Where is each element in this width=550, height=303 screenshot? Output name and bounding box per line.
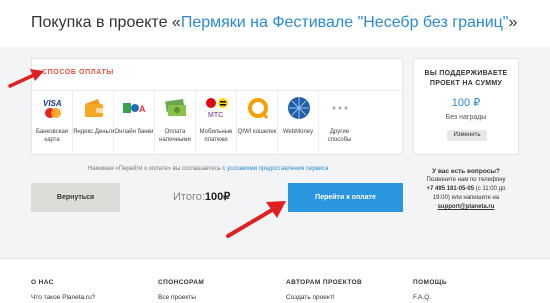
mobile-operators-icon: МТС bbox=[206, 98, 228, 119]
header-bar: Покупка в проекте «Пермяки на Фестивале … bbox=[0, 0, 550, 47]
payment-method-label: Мобильные платежи bbox=[199, 129, 233, 143]
help-question: У вас есть вопросы? bbox=[432, 168, 500, 175]
total-label: Итого: bbox=[173, 191, 205, 203]
proceed-to-payment-button[interactable]: Перейти к оплате bbox=[288, 183, 403, 212]
footer-column-authors: АВТОРАМ ПРОЕКТОВ Создать проект! bbox=[286, 279, 396, 301]
support-email-link[interactable]: support@planeta.ru bbox=[438, 204, 495, 210]
help-contact: У вас есть вопросы? Позвоните нам по тел… bbox=[413, 167, 519, 212]
support-heading: ВЫ ПОДДЕРЖИВАЕТЕ ПРОЕКТ НА СУММУ bbox=[414, 69, 518, 89]
footer-heading: СПОНСОРАМ bbox=[158, 279, 205, 286]
reward-status: Без награды bbox=[445, 114, 487, 121]
support-heading-line2: ПРОЕКТ НА СУММУ bbox=[429, 80, 503, 87]
page-title: Покупка в проекте «Пермяки на Фестивале … bbox=[31, 14, 517, 32]
payment-method-yandex[interactable]: Яндекс.Деньги bbox=[73, 91, 114, 155]
payment-method-qiwi[interactable]: QIWI кошелек bbox=[237, 91, 278, 155]
payment-method-banks[interactable]: A Онлайн банки bbox=[114, 91, 155, 155]
back-button[interactable]: Вернуться bbox=[31, 183, 120, 212]
footer-link[interactable]: Создать проект! bbox=[286, 294, 396, 301]
payment-method-mobile[interactable]: МТС Мобильные платежи bbox=[196, 91, 237, 155]
support-amount: 100 ₽ bbox=[451, 97, 481, 109]
yandex-money-icon bbox=[85, 99, 103, 117]
svg-text:МТС: МТС bbox=[208, 112, 223, 119]
payment-methods-list: VISA Банковская карта Яндекс.Деньги A Он… bbox=[32, 90, 402, 155]
footer-column-about: О НАС Что такое Planeta.ru? bbox=[31, 279, 141, 301]
footer-column-sponsors: СПОНСОРАМ Все проекты bbox=[158, 279, 268, 301]
footer-column-help: ПОМОЩЬ F.A.Q. bbox=[413, 279, 523, 301]
project-link[interactable]: Пермяки на Фестивале "Несебр без границ" bbox=[181, 14, 509, 31]
webmoney-icon bbox=[288, 97, 310, 119]
footer-heading: АВТОРАМ ПРОЕКТОВ bbox=[286, 279, 363, 286]
payment-method-card[interactable]: VISA Банковская карта bbox=[32, 91, 73, 155]
footer: О НАС Что такое Planeta.ru? СПОНСОРАМ Вс… bbox=[0, 258, 550, 303]
payment-method-label: Онлайн банки bbox=[114, 129, 154, 135]
help-phone: +7 495 181-05-05 bbox=[426, 186, 475, 192]
qiwi-icon bbox=[248, 98, 269, 119]
help-line1: Позвоните нам по телефону bbox=[426, 177, 506, 183]
annotation-arrow-icon bbox=[8, 69, 44, 88]
footer-link[interactable]: Все проекты bbox=[158, 294, 268, 301]
payment-method-label: Яндекс.Деньги bbox=[73, 129, 115, 135]
online-banks-icon: A bbox=[123, 103, 146, 114]
svg-text:A: A bbox=[139, 104, 146, 114]
title-prefix: Покупка в проекте « bbox=[31, 14, 181, 31]
payment-method-label: Другие способы bbox=[327, 129, 352, 143]
payment-method-label: Оплата наличными bbox=[159, 129, 191, 143]
svg-text:VISA: VISA bbox=[43, 99, 62, 108]
payment-method-other[interactable]: Другие способы bbox=[319, 91, 360, 155]
payment-heading: СПОСОБ ОПЛАТЫ bbox=[42, 69, 114, 76]
support-summary-panel: ВЫ ПОДДЕРЖИВАЕТЕ ПРОЕКТ НА СУММУ 100 ₽ Б… bbox=[413, 58, 519, 155]
payment-method-label: WebMoney bbox=[282, 129, 314, 135]
annotation-arrow-icon bbox=[226, 201, 286, 238]
payment-methods-panel: СПОСОБ ОПЛАТЫ VISA Банковская карта Янде… bbox=[31, 58, 403, 155]
terms-link[interactable]: условиями предоставления сервиса bbox=[227, 166, 328, 172]
terms-notice: Нажимая «Перейти к оплате» вы соглашаете… bbox=[88, 166, 328, 172]
help-line2: (с 11:00 до bbox=[474, 186, 506, 192]
cash-icon bbox=[165, 98, 186, 116]
footer-heading: ПОМОЩЬ bbox=[413, 279, 447, 286]
change-amount-button[interactable]: Изменить bbox=[447, 130, 487, 141]
payment-method-cash[interactable]: Оплата наличными bbox=[155, 91, 196, 155]
title-suffix: » bbox=[508, 14, 518, 31]
footer-link[interactable]: Что такое Planeta.ru? bbox=[31, 294, 141, 301]
more-dots-icon bbox=[332, 106, 348, 110]
payment-method-label: QIWI кошелек bbox=[237, 129, 277, 135]
payment-method-label: Банковская карта bbox=[35, 129, 69, 143]
help-line3: 19:00) или напишите на bbox=[432, 195, 500, 201]
visa-mastercard-icon: VISA bbox=[43, 99, 62, 118]
support-heading-line1: ВЫ ПОДДЕРЖИВАЕТЕ bbox=[424, 70, 508, 77]
footer-heading: О НАС bbox=[31, 279, 54, 286]
footer-link[interactable]: F.A.Q. bbox=[413, 294, 523, 301]
payment-method-webmoney[interactable]: WebMoney bbox=[278, 91, 319, 155]
terms-text: Нажимая «Перейти к оплате» вы соглашаете… bbox=[88, 166, 228, 172]
